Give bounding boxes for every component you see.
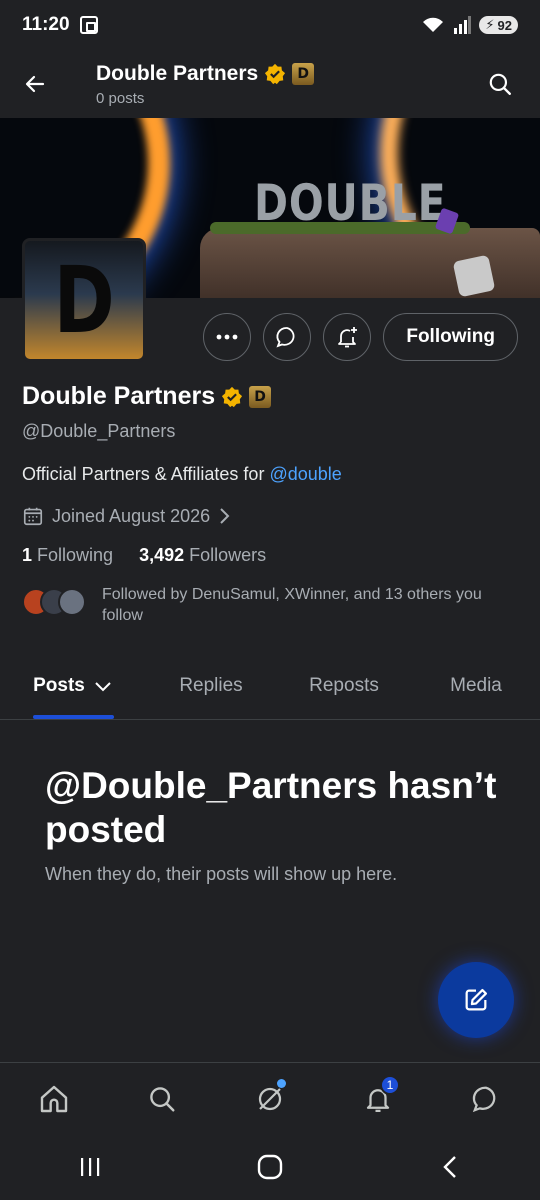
joined-date: Joined August 2026 xyxy=(52,505,211,526)
following-count-link[interactable]: 1 Following xyxy=(22,545,113,566)
message-icon xyxy=(472,1086,496,1112)
compose-button[interactable] xyxy=(438,962,514,1038)
followed-by-text: Followed by DenuSamul, XWinner, and 13 o… xyxy=(102,586,482,624)
verified-badge-icon[interactable] xyxy=(221,386,243,408)
nav-home[interactable] xyxy=(24,1069,84,1129)
followed-by-row[interactable]: Followed by DenuSamul, XWinner, and 13 o… xyxy=(22,584,522,626)
status-time: 11:20 xyxy=(22,14,70,35)
tab-media-label: Media xyxy=(450,675,502,696)
search-icon xyxy=(489,73,511,95)
followers-label: Followers xyxy=(189,545,267,565)
tab-posts[interactable]: Posts xyxy=(0,654,146,719)
display-name: Double Partners xyxy=(22,382,216,410)
tab-posts-label: Posts xyxy=(33,675,85,696)
mutual-avatar xyxy=(58,588,86,616)
tab-reposts-label: Reposts xyxy=(309,675,379,696)
bio-mention-link[interactable]: @double xyxy=(269,464,341,484)
name-row: Double Partners D xyxy=(22,382,522,411)
affiliate-badge-icon: D xyxy=(292,62,315,85)
system-nav-bar xyxy=(0,1134,540,1200)
header-title-row: Double Partners D xyxy=(96,61,315,86)
joined-date-row[interactable]: Joined August 2026 xyxy=(22,505,522,527)
bottom-nav: 1 xyxy=(0,1062,540,1134)
profile-tabs: Posts Replies Reposts Media xyxy=(0,654,540,720)
chevron-right-icon xyxy=(220,508,230,524)
grok-new-dot xyxy=(277,1078,286,1088)
followers-count: 3,492 xyxy=(139,545,185,565)
home-icon xyxy=(40,1085,68,1112)
more-icon xyxy=(216,334,238,340)
bio-text: Official Partners & Affiliates for xyxy=(22,464,270,484)
nav-messages[interactable] xyxy=(456,1069,516,1129)
battery-leaf-icon: ⚡ xyxy=(485,17,495,32)
tab-replies-label: Replies xyxy=(179,675,243,696)
search-icon xyxy=(150,1086,175,1111)
nav-search[interactable] xyxy=(132,1069,192,1129)
header-title: Double Partners xyxy=(96,61,259,85)
grok-icon xyxy=(258,1087,282,1110)
banner-die xyxy=(452,254,496,298)
arrow-left-icon xyxy=(25,75,45,93)
follow-counts: 1 Following 3,492 Followers xyxy=(22,545,522,566)
avatar-letter: D xyxy=(53,246,115,354)
profile-info: Double Partners D @Double_Partners Offic… xyxy=(22,382,522,626)
affiliate-badge-letter: D xyxy=(254,388,266,405)
wifi-icon xyxy=(423,17,444,32)
bell-plus-icon xyxy=(338,327,358,348)
battery-level: 92 xyxy=(497,17,512,33)
signal-icon xyxy=(454,16,472,34)
followers-count-link[interactable]: 3,492 Followers xyxy=(139,545,266,566)
avatar[interactable]: D xyxy=(22,238,146,362)
following-label: Following xyxy=(37,545,114,565)
nav-notifications[interactable]: 1 xyxy=(348,1069,408,1129)
tab-reposts[interactable]: Reposts xyxy=(276,654,412,718)
profile-header: Double Partners D 0 posts xyxy=(0,50,540,118)
status-right: ⚡ 92 xyxy=(421,16,518,34)
home-circle-icon xyxy=(257,1154,283,1180)
back-button[interactable] xyxy=(0,50,70,118)
tab-media[interactable]: Media xyxy=(412,654,540,718)
tab-active-indicator xyxy=(33,715,114,719)
nav-grok[interactable] xyxy=(240,1069,300,1129)
chevron-down-icon xyxy=(95,682,111,692)
message-icon xyxy=(276,327,295,348)
search-button[interactable] xyxy=(460,50,540,118)
notify-button[interactable] xyxy=(323,313,372,361)
profile-handle: @Double_Partners xyxy=(22,421,176,441)
tab-replies[interactable]: Replies xyxy=(146,654,276,718)
affiliate-badge-icon[interactable]: D xyxy=(249,385,272,408)
compose-icon xyxy=(465,988,488,1011)
mutual-avatars xyxy=(22,588,86,616)
calendar-icon xyxy=(23,507,43,526)
battery-indicator: ⚡ 92 xyxy=(479,16,518,34)
profile-actions: Following xyxy=(203,313,518,361)
screenshot-icon xyxy=(79,16,98,34)
more-options-button[interactable] xyxy=(203,313,252,361)
status-bar: 11:20 ⚡ 92 xyxy=(0,0,540,50)
recent-apps-icon xyxy=(81,1158,100,1176)
home-system-button[interactable] xyxy=(240,1142,300,1192)
banner-word: DOUBLE xyxy=(254,174,447,232)
affiliate-badge-letter: D xyxy=(297,65,310,82)
recent-apps-button[interactable] xyxy=(60,1142,120,1192)
verified-badge-icon xyxy=(265,63,286,84)
following-button[interactable]: Following xyxy=(383,313,518,361)
following-count: 1 xyxy=(22,545,33,565)
empty-state-subtitle: When they do, their posts will show up h… xyxy=(45,864,398,884)
profile-bio: Official Partners & Affiliates for @doub… xyxy=(22,464,522,485)
back-system-button[interactable] xyxy=(420,1142,480,1192)
message-button[interactable] xyxy=(263,313,312,361)
chevron-left-icon xyxy=(443,1156,456,1178)
header-titles: Double Partners D 0 posts xyxy=(96,61,315,107)
posts-count: 0 posts xyxy=(96,89,145,107)
empty-state-title: @Double_Partners hasn’t posted xyxy=(45,765,497,850)
notifications-badge: 1 xyxy=(380,1074,400,1095)
empty-state: @Double_Partners hasn’t posted When they… xyxy=(45,764,515,885)
